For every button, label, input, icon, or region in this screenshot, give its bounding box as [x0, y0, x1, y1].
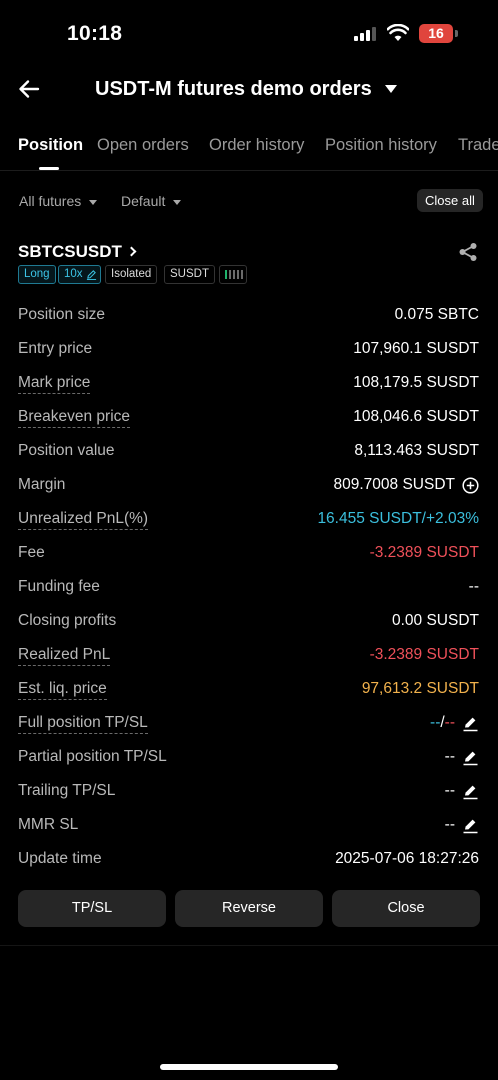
row-value: --	[444, 748, 455, 765]
leverage-value: 10x	[64, 268, 83, 280]
add-margin-icon[interactable]	[462, 477, 479, 494]
row-mark-price: Mark price 108,179.5 SUSDT	[0, 366, 498, 400]
row-label: Trailing TP/SL	[18, 782, 116, 799]
market-filter[interactable]: All futures	[19, 193, 98, 209]
row-value: 108,046.6 SUSDT	[353, 408, 479, 425]
row-position-value: Position value 8,113.463 SUSDT	[0, 434, 498, 468]
title-dropdown-icon[interactable]	[385, 85, 397, 93]
status-time: 10:18	[67, 22, 123, 45]
row-label[interactable]: Realized PnL	[18, 646, 111, 666]
row-label: Update time	[18, 850, 102, 867]
tpsl-button[interactable]: TP/SL	[18, 890, 166, 927]
row-mmr-sl: MMR SL --	[0, 808, 498, 842]
row-label: Fee	[18, 544, 45, 561]
row-fee: Fee -3.2389 SUSDT	[0, 536, 498, 570]
row-value: --	[444, 782, 455, 799]
page: 10:18 16 USDT-M futures demo orders Posi…	[0, 0, 498, 1080]
row-value: -3.2389 SUSDT	[369, 646, 479, 663]
symbol-name: SBTCSUSDT	[18, 242, 122, 261]
close-all-button[interactable]: Close all	[417, 189, 483, 212]
close-button[interactable]: Close	[332, 890, 480, 927]
edit-icon[interactable]	[462, 783, 479, 800]
row-entry-price: Entry price 107,960.1 SUSDT	[0, 332, 498, 366]
row-value: 97,613.2 SUSDT	[361, 680, 479, 697]
row-label[interactable]: Mark price	[18, 374, 91, 394]
row-label: Partial position TP/SL	[18, 748, 167, 765]
status-bar: 10:18 16	[0, 0, 498, 68]
row-value: 108,179.5 SUSDT	[353, 374, 479, 391]
tab-order-history[interactable]: Order history	[209, 136, 304, 155]
row-value: --/--	[430, 714, 455, 732]
symbol-link[interactable]: SBTCSUSDT	[18, 242, 137, 262]
row-value: --	[444, 816, 455, 833]
row-value: 8,113.463 SUSDT	[354, 442, 479, 459]
row-value: --	[468, 578, 479, 595]
row-closing-profits: Closing profits 0.00 SUSDT	[0, 604, 498, 638]
row-label[interactable]: Breakeven price	[18, 408, 131, 428]
row-value: 809.7008 SUSDT	[333, 476, 456, 493]
cellular-signal-icon	[354, 27, 378, 41]
divider	[0, 945, 498, 946]
share-icon[interactable]	[458, 242, 478, 262]
edit-icon[interactable]	[462, 715, 479, 732]
tab-open-orders[interactable]: Open orders	[97, 136, 189, 155]
row-value: 0.00 SUSDT	[391, 612, 479, 629]
row-trailing-tpsl: Trailing TP/SL --	[0, 774, 498, 808]
coin-badge: SUSDT	[164, 265, 215, 284]
row-realized-pnl: Realized PnL -3.2389 SUSDT	[0, 638, 498, 672]
row-label: Margin	[18, 476, 66, 493]
market-filter-label: All futures	[19, 193, 82, 209]
sl-value: --	[444, 714, 455, 731]
edit-icon[interactable]	[462, 749, 479, 766]
side-badge: Long	[18, 265, 56, 284]
row-value: 0.075 SBTC	[394, 306, 479, 323]
row-label: Funding fee	[18, 578, 100, 595]
risk-level-icon	[219, 265, 247, 284]
row-value: -3.2389 SUSDT	[369, 544, 479, 561]
order-tabs: Position Open orders Order history Posit…	[0, 124, 498, 170]
row-value: 16.455 SUSDT/+2.03%	[317, 510, 479, 527]
row-value: 107,960.1 SUSDT	[353, 340, 479, 357]
edit-icon[interactable]	[462, 817, 479, 834]
app-header: USDT-M futures demo orders	[0, 68, 498, 114]
edit-icon	[86, 270, 96, 280]
sort-filter[interactable]: Default	[121, 193, 182, 209]
row-margin: Margin 809.7008 SUSDT	[0, 468, 498, 502]
row-label[interactable]: Unrealized PnL(%)	[18, 510, 149, 530]
row-funding-fee: Funding fee --	[0, 570, 498, 604]
row-full-tpsl: Full position TP/SL --/--	[0, 706, 498, 740]
tab-position-history[interactable]: Position history	[325, 136, 437, 155]
row-position-size: Position size 0.075 SBTC	[0, 298, 498, 332]
battery-icon: 16	[419, 24, 453, 43]
row-partial-tpsl: Partial position TP/SL --	[0, 740, 498, 774]
wifi-icon	[387, 24, 409, 41]
back-arrow-icon[interactable]	[18, 78, 40, 100]
row-update-time: Update time 2025-07-06 18:27:26	[0, 842, 498, 876]
chevron-right-icon	[126, 246, 137, 257]
row-label[interactable]: Full position TP/SL	[18, 714, 148, 734]
row-label[interactable]: Est. liq. price	[18, 680, 107, 700]
tab-trade[interactable]: Trade	[458, 136, 498, 155]
tp-value: --	[430, 714, 441, 731]
sort-filter-label: Default	[121, 193, 166, 209]
row-label: Position size	[18, 306, 106, 323]
row-label: Closing profits	[18, 612, 117, 629]
reverse-button[interactable]: Reverse	[175, 890, 323, 927]
divider	[0, 170, 498, 171]
row-label: Entry price	[18, 340, 93, 357]
row-unrealized-pnl: Unrealized PnL(%) 16.455 SUSDT/+2.03%	[0, 502, 498, 536]
caret-down-icon	[173, 199, 182, 205]
row-label: MMR SL	[18, 816, 79, 833]
row-label: Position value	[18, 442, 115, 459]
tab-position[interactable]: Position	[18, 136, 83, 155]
row-est-liq-price: Est. liq. price 97,613.2 SUSDT	[0, 672, 498, 706]
row-value: 2025-07-06 18:27:26	[335, 850, 479, 867]
margin-mode-badge: Isolated	[105, 265, 158, 284]
caret-down-icon	[89, 199, 98, 205]
home-indicator[interactable]	[160, 1064, 338, 1070]
row-breakeven-price: Breakeven price 108,046.6 SUSDT	[0, 400, 498, 434]
page-title[interactable]: USDT-M futures demo orders	[95, 78, 372, 101]
battery-cap-icon	[455, 30, 458, 37]
leverage-badge[interactable]: 10x	[58, 265, 101, 284]
